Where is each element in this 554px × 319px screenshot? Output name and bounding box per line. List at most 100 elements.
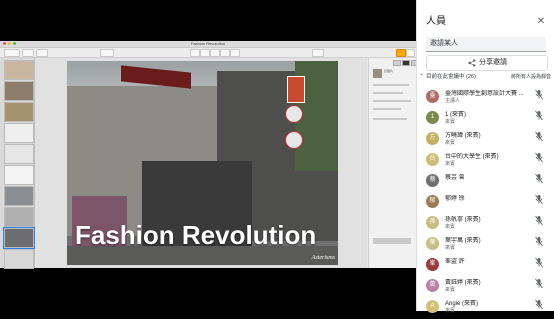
slide-thumbnail[interactable] — [4, 123, 34, 143]
participant-name: 峯盜 許 — [445, 259, 465, 265]
slide-photo-sign — [287, 76, 305, 103]
participant-name: 方曉瑋 (來賓) — [445, 133, 481, 139]
participant-name: 郁婷 徐 — [445, 196, 465, 202]
participant-row[interactable]: A Angie (來賓) 來賓 — [417, 297, 554, 319]
mic-off-icon[interactable] — [534, 89, 544, 100]
mute-all-button[interactable]: 將所有人設為靜音 — [511, 72, 551, 82]
invite-placeholder: 邀請某人 — [430, 40, 458, 47]
slide-navigator[interactable] — [0, 58, 35, 269]
participant-name: 台中的大學生 (來賓) — [445, 154, 499, 160]
participant-role: 來賓 — [445, 119, 456, 125]
mic-off-icon[interactable] — [534, 257, 544, 268]
inspector-row[interactable] — [373, 84, 409, 86]
participant-name: 黃鈺婷 (來賓) — [445, 280, 481, 286]
participant-role: 來賓 — [445, 308, 456, 314]
mic-off-icon[interactable] — [534, 299, 544, 310]
chart-button[interactable] — [200, 49, 210, 57]
slide-headline[interactable]: Fashion Revolution — [75, 218, 337, 252]
text-button[interactable] — [210, 49, 220, 57]
inspector-tab[interactable] — [393, 60, 401, 66]
add-slide-button[interactable] — [36, 49, 48, 57]
participant-row[interactable]: 台台中的大學生 (來賓) 來賓 — [417, 150, 554, 172]
mic-off-icon[interactable] — [534, 215, 544, 226]
slide-thumbnail[interactable] — [4, 249, 34, 269]
format-button[interactable] — [396, 49, 406, 57]
media-button[interactable] — [230, 49, 240, 57]
slide-thumbnail[interactable] — [4, 207, 34, 227]
avatar: 孫 — [426, 216, 439, 229]
slide-thumbnail[interactable] — [4, 60, 34, 80]
mic-off-icon[interactable] — [534, 194, 544, 205]
participant-name: Angie (來賓) — [445, 301, 479, 307]
shared-screen: Fashion Revolution Fashion Revolution As… — [0, 0, 419, 311]
in-meeting-label: 目前在此會議中 (26) — [426, 74, 476, 80]
inspector-row[interactable] — [373, 108, 401, 110]
slide-thumbnail[interactable] — [4, 102, 34, 122]
slide-canvas: Fashion Revolution Asterisms — [35, 58, 367, 268]
participant-name: 葉宇萬 (來賓) — [445, 238, 481, 244]
slide-photo-sign — [285, 131, 303, 149]
participant-row[interactable]: 葉葉宇萬 (來賓) 來賓 — [417, 234, 554, 256]
zoom-button[interactable] — [22, 49, 34, 57]
slide-thumbnail[interactable] — [4, 165, 34, 185]
slide-photo-sign — [285, 105, 303, 123]
avatar: 蔡 — [426, 174, 439, 187]
shape-button[interactable] — [220, 49, 230, 57]
mic-off-icon[interactable] — [534, 173, 544, 184]
slide-thumbnail[interactable] — [4, 81, 34, 101]
participant-name: 臺灣國際學生創意設計大賽 ... — [445, 91, 524, 97]
participant-role: 來賓 — [445, 287, 456, 293]
avatar: 臺 — [426, 90, 439, 103]
mic-off-icon[interactable] — [534, 236, 544, 247]
participant-row[interactable]: 方方曉瑋 (來賓) 來賓 — [417, 129, 554, 151]
participant-row[interactable]: 蔡蔡芸 曾 — [417, 171, 554, 193]
inspector-row[interactable] — [373, 92, 403, 94]
inspector-row[interactable] — [373, 118, 407, 120]
slide-thumbnail[interactable] — [4, 144, 34, 164]
window-title: Fashion Revolution — [190, 41, 226, 46]
mic-off-icon[interactable] — [534, 131, 544, 142]
participant-role: 主講人 — [445, 98, 461, 104]
inspector-tab-active[interactable] — [402, 60, 410, 66]
in-meeting-section-header[interactable]: ⌃ 目前在此會議中 (26) 將所有人設為靜音 — [417, 72, 554, 82]
chevron-up-icon[interactable]: ⌃ — [419, 73, 425, 81]
inspector-button[interactable] — [373, 238, 411, 244]
participant-row[interactable]: 峯峯盜 許 — [417, 255, 554, 277]
view-button[interactable] — [4, 49, 20, 57]
avatar: 黃 — [426, 279, 439, 292]
avatar: 方 — [426, 132, 439, 145]
current-slide[interactable]: Fashion Revolution Asterisms — [67, 61, 338, 265]
slide-thumbnail-selected[interactable] — [3, 227, 35, 249]
participant-row[interactable]: 黃黃鈺婷 (來賓) 來賓 — [417, 276, 554, 298]
app-titlebar: Fashion Revolution — [0, 41, 416, 48]
share-icon — [468, 59, 476, 67]
table-button[interactable] — [190, 49, 200, 57]
participant-row[interactable]: 臺臺灣國際學生創意設計大賽 ... 主講人 — [417, 87, 554, 109]
share-button[interactable] — [312, 49, 324, 57]
mic-off-icon[interactable] — [534, 152, 544, 163]
slide-watermark: Asterisms — [311, 255, 335, 261]
animate-button[interactable] — [406, 49, 415, 57]
participant-role: 來賓 — [445, 224, 456, 230]
avatar: 峯 — [426, 258, 439, 271]
play-button[interactable] — [100, 49, 114, 57]
slide-preview-swatch[interactable] — [373, 69, 382, 78]
participant-name: 蔡芸 曾 — [445, 175, 465, 181]
mic-off-icon[interactable] — [534, 110, 544, 121]
invite-input[interactable]: 邀請某人 — [426, 37, 546, 52]
avatar: 台 — [426, 153, 439, 166]
share-invite-button[interactable]: 分享邀請 — [426, 55, 548, 71]
mic-off-icon[interactable] — [534, 278, 544, 289]
participant-role: 來賓 — [445, 161, 456, 167]
participant-row[interactable]: 1 1 (來賓) 來賓 — [417, 108, 554, 130]
avatar: 郁 — [426, 195, 439, 208]
slide-thumbnail[interactable] — [4, 186, 34, 206]
avatar: 1 — [426, 111, 439, 124]
participant-row[interactable]: 孫孫帆寧 (來賓) 來賓 — [417, 213, 554, 235]
panel-title: 人員 — [426, 16, 446, 27]
participant-row[interactable]: 郁郁婷 徐 — [417, 192, 554, 214]
participant-role: 來賓 — [445, 140, 456, 146]
inspector-row[interactable] — [373, 100, 411, 102]
close-icon[interactable]: ✕ — [534, 15, 548, 29]
participant-role: 來賓 — [445, 245, 456, 251]
